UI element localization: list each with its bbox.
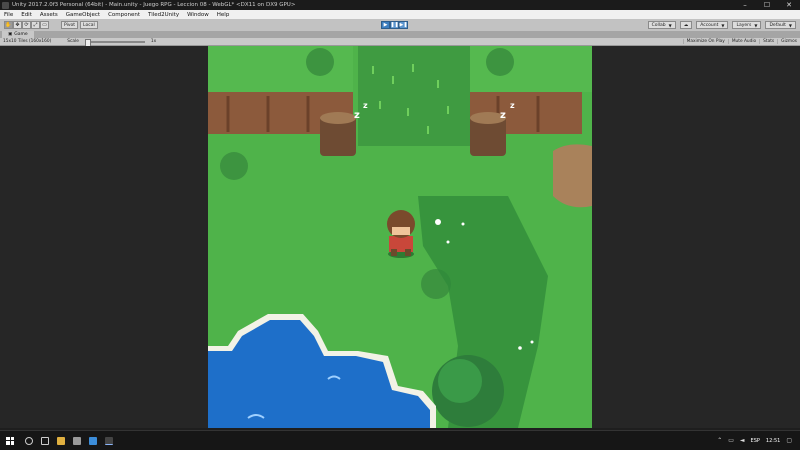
- tab-game[interactable]: ▣ Game: [2, 31, 34, 38]
- transform-tools: ✋ ✥ ⟳ ⤢ ▭: [4, 21, 49, 29]
- unity-logo-icon: [2, 1, 9, 9]
- scale-value: 1x: [150, 39, 157, 44]
- scale-slider[interactable]: [84, 38, 145, 47]
- file-explorer-icon[interactable]: [57, 436, 65, 445]
- chevron-down-icon: ▼: [721, 22, 725, 28]
- game-scene-canvas: z z z z: [208, 46, 592, 428]
- step-icon[interactable]: ▶❚: [399, 21, 408, 29]
- search-icon[interactable]: [25, 436, 33, 445]
- maximize-button[interactable]: ☐: [756, 0, 778, 10]
- scale-label: Scale: [67, 39, 79, 44]
- resolution-dropdown[interactable]: 15x10 Tiles (160x160): [0, 39, 54, 44]
- rock: [553, 144, 592, 208]
- toolbar-right: Collab ▼ ☁ Account ▼ Layers ▼ Default ▼: [647, 21, 796, 29]
- menu-bar: File Edit Assets GameObject Component Ti…: [0, 10, 800, 19]
- tall-grass-path: [358, 46, 470, 146]
- chevron-down-icon: ▼: [754, 22, 758, 28]
- clock[interactable]: 12:51: [766, 438, 780, 444]
- menu-file[interactable]: File: [0, 12, 17, 18]
- play-controls: ▶ ❚❚ ▶❚: [381, 21, 408, 29]
- menu-component[interactable]: Component: [104, 12, 144, 18]
- game-view-toolbar: 15x10 Tiles (160x160) Scale 1x Maximize …: [0, 38, 800, 47]
- windows-start-icon[interactable]: [6, 436, 14, 445]
- stats-toggle[interactable]: Stats: [759, 39, 777, 44]
- game-view[interactable]: z z z z: [0, 46, 800, 428]
- local-toggle-button[interactable]: Local: [80, 21, 98, 29]
- close-button[interactable]: ✕: [778, 0, 800, 10]
- bush-icon: [306, 48, 334, 76]
- menu-assets[interactable]: Assets: [36, 12, 62, 18]
- system-tray: ⌃ ▭ ◄ ESP 12:51 ▢: [717, 437, 800, 444]
- move-tool-button[interactable]: ✥: [13, 21, 22, 29]
- title-bar: Unity 2017.2.0f3 Personal (64bit) - Main…: [0, 0, 800, 10]
- task-view-icon[interactable]: [41, 436, 49, 445]
- rotate-tool-button[interactable]: ⟳: [22, 21, 31, 29]
- menu-help[interactable]: Help: [213, 12, 234, 18]
- notifications-icon[interactable]: ▢: [786, 437, 792, 444]
- cloud-icon[interactable]: ☁: [679, 21, 693, 29]
- layers-label: Layers: [736, 22, 752, 28]
- layout-dropdown[interactable]: Default ▼: [765, 21, 796, 29]
- hand-tool-button[interactable]: ✋: [4, 21, 13, 29]
- app-icon[interactable]: [73, 436, 81, 445]
- maximize-on-play-toggle[interactable]: Maximize On Play: [682, 39, 728, 44]
- game-scene[interactable]: z z z z: [208, 46, 592, 428]
- game-view-icon: ▣: [8, 32, 13, 37]
- browser-icon[interactable]: [89, 436, 97, 445]
- scale-tool-button[interactable]: ⤢: [31, 21, 40, 29]
- layers-dropdown[interactable]: Layers ▼: [732, 21, 762, 29]
- tab-bar: ▣ Game: [0, 31, 800, 38]
- layout-label: Default: [769, 22, 786, 28]
- rect-tool-button[interactable]: ▭: [40, 21, 49, 29]
- collab-button[interactable]: Collab ▼: [647, 21, 676, 29]
- bush-icon: [220, 152, 248, 180]
- account-dropdown[interactable]: Account ▼: [696, 21, 729, 29]
- collab-label: Collab: [651, 22, 666, 28]
- stump-top-left: [320, 112, 356, 124]
- account-label: Account: [700, 22, 719, 28]
- play-icon[interactable]: ▶: [381, 21, 390, 29]
- minimize-button[interactable]: –: [734, 0, 756, 10]
- unity-taskbar-icon[interactable]: [105, 436, 113, 445]
- sleep-z-icon: z: [363, 101, 368, 110]
- menu-edit[interactable]: Edit: [17, 12, 36, 18]
- main-toolbar: ✋ ✥ ⟳ ⤢ ▭ Pivot Local ▶ ❚❚ ▶❚ Collab ▼ ☁ …: [0, 19, 800, 31]
- tab-game-label: Game: [14, 32, 28, 37]
- sleep-z-icon: z: [354, 110, 360, 121]
- volume-icon[interactable]: ◄: [740, 437, 745, 444]
- sleep-z-icon: z: [510, 101, 515, 110]
- network-icon[interactable]: ▭: [728, 437, 734, 444]
- pause-icon[interactable]: ❚❚: [390, 21, 399, 29]
- round-bush-highlight: [438, 359, 482, 403]
- language-indicator[interactable]: ESP: [751, 438, 760, 444]
- sleep-z-icon: z: [500, 110, 506, 121]
- window-title: Unity 2017.2.0f3 Personal (64bit) - Main…: [12, 2, 296, 8]
- gizmos-dropdown[interactable]: Gizmos: [777, 39, 800, 44]
- menu-tiled2unity[interactable]: Tiled2Unity: [144, 12, 183, 18]
- menu-window[interactable]: Window: [183, 12, 213, 18]
- game-view-options: Maximize On Play Mute Audio Stats Gizmos: [682, 39, 800, 44]
- bush-icon: [486, 48, 514, 76]
- pivot-toggle-button[interactable]: Pivot: [61, 21, 79, 29]
- chevron-down-icon: ▼: [788, 22, 792, 28]
- chevron-up-icon[interactable]: ⌃: [717, 437, 722, 444]
- menu-gameobject[interactable]: GameObject: [62, 12, 104, 18]
- chevron-down-icon: ▼: [668, 22, 672, 28]
- mute-audio-toggle[interactable]: Mute Audio: [727, 39, 759, 44]
- windows-taskbar: ⌃ ▭ ◄ ESP 12:51 ▢: [0, 430, 800, 450]
